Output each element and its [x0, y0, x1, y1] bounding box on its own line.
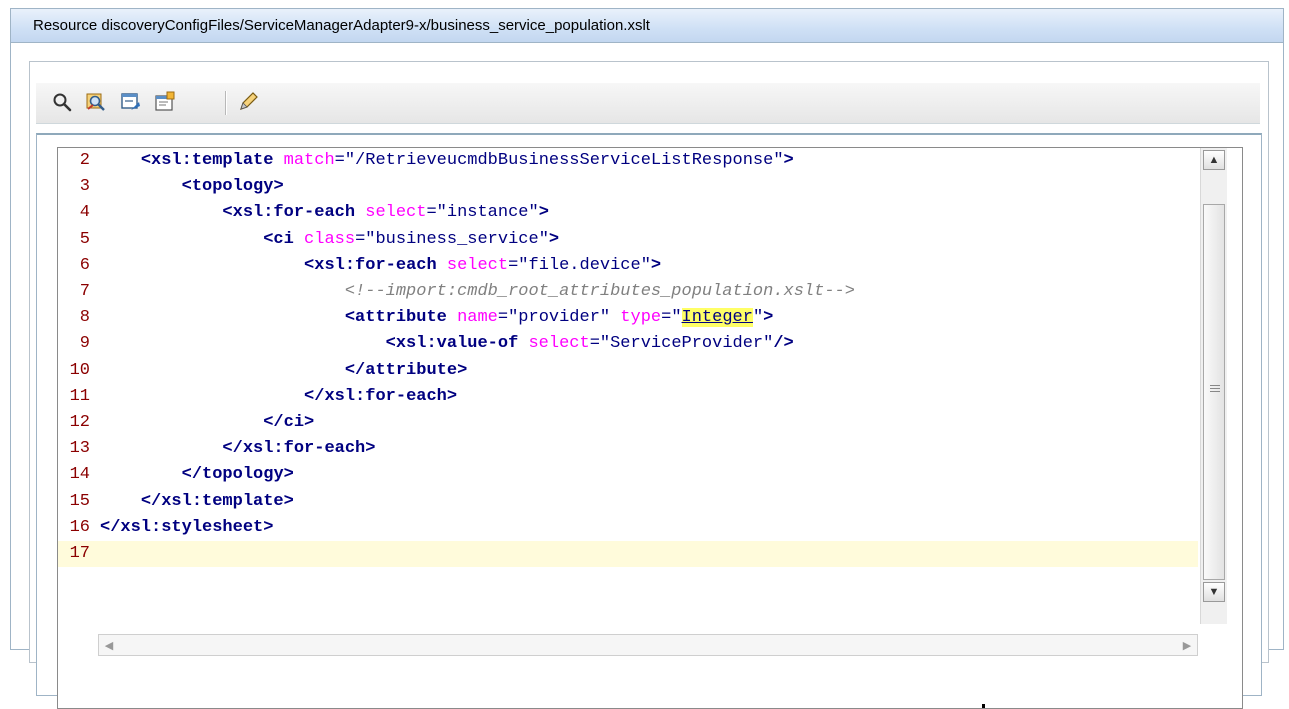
search-button[interactable] — [50, 90, 74, 114]
window-title: Resource discoveryConfigFiles/ServiceMan… — [11, 9, 1283, 43]
scroll-left-button[interactable]: ◀ — [99, 635, 119, 655]
line-code: <xsl:for-each select="instance"> — [222, 203, 549, 223]
code-line[interactable]: 17 — [58, 541, 1198, 567]
line-number: 10 — [69, 360, 90, 380]
scroll-right-button[interactable]: ▶ — [1177, 635, 1197, 655]
code-line[interactable]: 11 </xsl:for-each> — [58, 384, 1198, 410]
code-line[interactable]: 16 </xsl:stylesheet> — [58, 515, 1198, 541]
scroll-down-button[interactable]: ▼ — [1203, 582, 1225, 602]
line-number: 14 — [69, 465, 90, 485]
horizontal-scrollbar[interactable]: ◀ ▶ — [98, 634, 1198, 656]
code-line[interactable]: 5 <ci class="business_service"> — [58, 227, 1198, 253]
edit-button[interactable] — [236, 90, 260, 114]
editor-toolbar — [36, 83, 1260, 124]
line-number: 5 — [79, 229, 90, 249]
edit-pencil-icon — [240, 92, 258, 110]
line-number: 9 — [79, 334, 90, 354]
toolbar-separator — [225, 91, 227, 115]
line-code: <xsl:for-each select="file.device"> — [304, 255, 662, 275]
go-to-line-button[interactable] — [119, 90, 143, 114]
line-number: 7 — [79, 282, 90, 301]
code-editor[interactable]: 2 <xsl:template match="/RetrieveucmdbBus… — [57, 147, 1243, 709]
scroll-grip-icon — [1210, 385, 1220, 395]
scroll-up-button[interactable]: ▲ — [1203, 150, 1225, 170]
line-code: <xsl:value-of select="ServiceProvider"/> — [385, 334, 794, 354]
line-code: </xsl:for-each> — [304, 386, 458, 406]
find-replace-icon — [86, 93, 105, 111]
line-code: <ci class="business_service"> — [263, 229, 560, 249]
line-code: <attribute name="provider" type="Integer… — [344, 308, 774, 328]
code-line[interactable]: 6 <xsl:for-each select="file.device"> — [58, 253, 1198, 279]
scroll-thumb[interactable] — [1203, 204, 1225, 580]
find-replace-button[interactable] — [84, 90, 108, 114]
line-number: 17 — [69, 544, 90, 563]
line-code: </xsl:for-each> — [222, 439, 376, 459]
line-number: 12 — [69, 413, 90, 432]
line-code: </attribute> — [344, 360, 468, 380]
editor-panel: 2 <xsl:template match="/RetrieveucmdbBus… — [29, 61, 1269, 709]
text-caret — [982, 704, 985, 708]
line-number: 6 — [79, 255, 90, 275]
resource-window: Resource discoveryConfigFiles/ServiceMan… — [10, 8, 1284, 709]
properties-button[interactable] — [153, 90, 177, 114]
editor-frame: 2 <xsl:template match="/RetrieveucmdbBus… — [36, 133, 1262, 709]
line-number: 13 — [69, 439, 90, 459]
code-line[interactable]: 4 <xsl:for-each select="instance"> — [58, 200, 1198, 226]
code-line[interactable]: 8 <attribute name="provider" type="Integ… — [58, 305, 1198, 331]
line-number: 3 — [79, 177, 90, 197]
code-line[interactable]: 14 </topology> — [58, 462, 1198, 488]
line-number: 15 — [69, 491, 90, 511]
line-code: </ci> — [263, 413, 315, 432]
go-to-line-icon — [121, 93, 140, 110]
code-line[interactable]: 15 </xsl:template> — [58, 489, 1198, 515]
line-number: 11 — [69, 386, 90, 406]
code-line[interactable]: 2 <xsl:template match="/RetrieveucmdbBus… — [58, 148, 1198, 174]
search-icon — [53, 93, 72, 112]
line-code: <xsl:template match="/RetrieveucmdbBusin… — [140, 151, 794, 170]
line-code: <topology> — [181, 177, 284, 197]
code-line[interactable]: 12 </ci> — [58, 410, 1198, 436]
code-line[interactable]: 10 </attribute> — [58, 358, 1198, 384]
code-line[interactable]: 3 <topology> — [58, 174, 1198, 200]
line-number: 8 — [79, 308, 90, 328]
vertical-scrollbar[interactable]: ▲ ▼ — [1200, 148, 1227, 624]
code-line[interactable]: 7 <!--import:cmdb_root_attributes_popula… — [58, 279, 1198, 305]
line-number: 16 — [69, 517, 90, 537]
line-code: <!--import:cmdb_root_attributes_populati… — [100, 282, 855, 301]
code-line[interactable]: 9 <xsl:value-of select="ServiceProvider"… — [58, 331, 1198, 357]
line-code: </xsl:stylesheet> — [100, 517, 274, 537]
properties-icon — [155, 91, 175, 111]
line-number: 4 — [79, 203, 90, 223]
line-number: 2 — [79, 151, 90, 170]
code-line[interactable]: 13 </xsl:for-each> — [58, 436, 1198, 462]
line-code: </topology> — [181, 465, 294, 485]
line-code: </xsl:template> — [140, 491, 294, 511]
